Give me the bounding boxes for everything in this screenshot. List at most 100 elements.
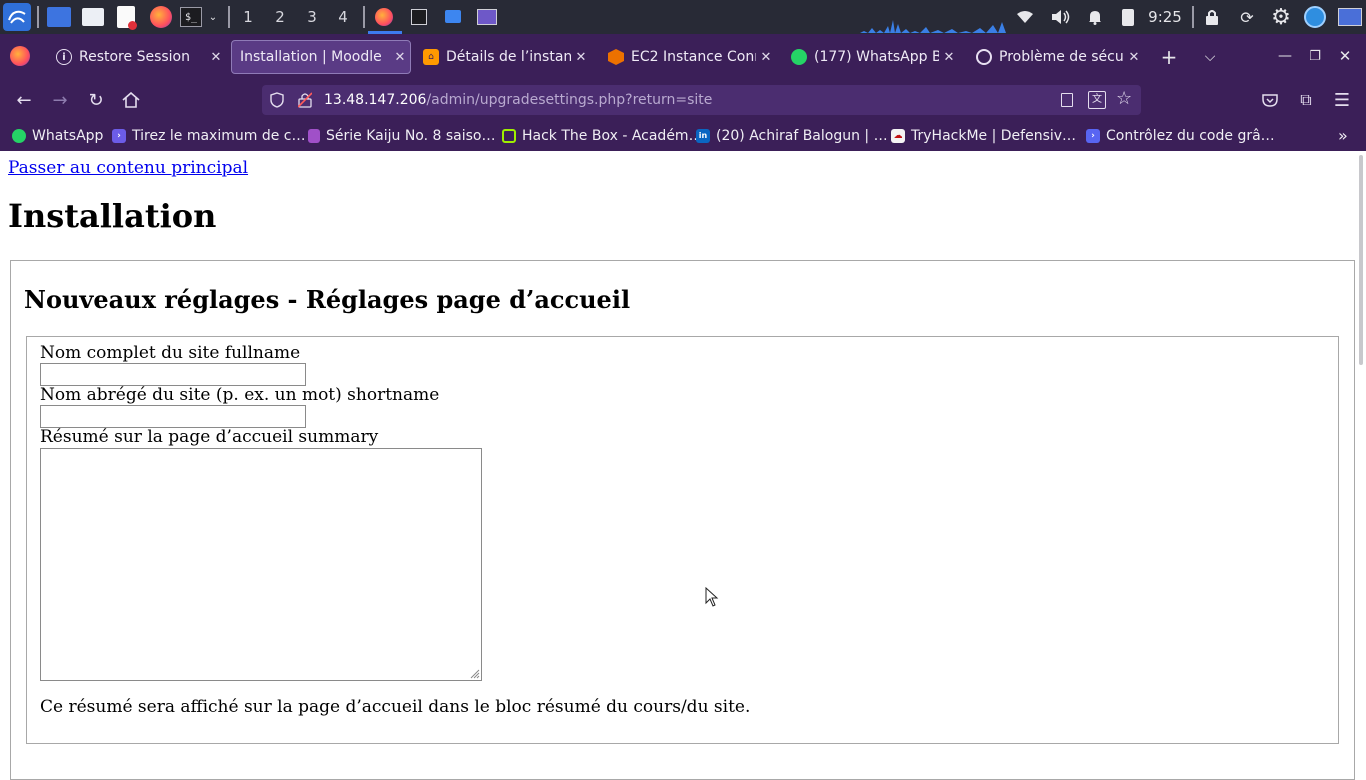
bookmark-hackthebox[interactable]: Hack The Box - Académ… — [502, 120, 703, 151]
refresh-icon[interactable]: ⟳ — [1238, 8, 1256, 27]
close-window-icon[interactable]: ✕ — [1336, 46, 1354, 66]
scrollbar-thumb[interactable] — [1359, 155, 1363, 365]
close-tab-icon[interactable]: ✕ — [1124, 50, 1144, 65]
tab-installation-moodle[interactable]: Installation | Moodle ✕ — [231, 40, 411, 74]
back-arrow-icon[interactable]: ← — [12, 80, 36, 120]
browser-nav-bar: ← → ↻ 13.48.147.206/admin/upgradesetting… — [0, 80, 1366, 120]
summary-textarea[interactable] — [40, 448, 482, 681]
bookmark-label: Contrôlez du code grâ… — [1106, 127, 1275, 144]
folder-window-icon[interactable] — [445, 10, 461, 23]
maximize-icon[interactable]: ❐ — [1306, 46, 1324, 66]
kali-menu-icon[interactable] — [3, 3, 31, 31]
resize-grip-icon[interactable] — [468, 667, 480, 679]
skip-to-main-link[interactable]: Passer au contenu principal — [8, 158, 248, 178]
close-tab-icon[interactable]: ✕ — [939, 50, 959, 65]
minimize-icon[interactable]: — — [1276, 46, 1294, 66]
url-bar[interactable]: 13.48.147.206/admin/upgradesettings.php?… — [262, 85, 1141, 115]
pocket-icon[interactable] — [1258, 80, 1282, 120]
close-tab-icon[interactable]: ✕ — [756, 50, 776, 65]
page-title: Installation — [8, 197, 217, 235]
taskbar-separator — [228, 6, 230, 28]
whatsapp-icon — [791, 49, 807, 65]
display-settings-icon[interactable] — [1338, 8, 1362, 26]
taskbar-separator — [363, 6, 365, 28]
tab-details-instance[interactable]: ⌂ Détails de l’instance ✕ — [415, 40, 591, 74]
notification-bell-icon[interactable] — [1086, 8, 1104, 26]
tab-whatsapp-business[interactable]: (177) WhatsApp Business ✕ — [783, 40, 959, 74]
fullname-input[interactable] — [40, 363, 306, 386]
hamburger-menu-icon[interactable]: ☰ — [1330, 80, 1354, 120]
text-editor-icon[interactable] — [117, 6, 137, 30]
firefox-window-icon[interactable] — [375, 8, 393, 26]
url-host: 13.48.147.206 — [324, 92, 427, 108]
firefox-view-icon[interactable] — [10, 46, 30, 66]
workspace-4[interactable]: 4 — [328, 0, 358, 34]
tab-label: EC2 Instance Connect — [631, 49, 756, 65]
file-manager-icon[interactable] — [82, 8, 104, 26]
mouse-cursor-icon — [705, 587, 719, 607]
extensions-icon[interactable]: ⧉ — [1294, 80, 1318, 120]
shield-icon[interactable] — [270, 92, 284, 108]
workspace-2[interactable]: 2 — [265, 0, 295, 34]
summary-label: Résumé sur la page d’accueil summary — [40, 427, 379, 447]
bookmark-controlez-code[interactable]: › Contrôlez du code grâ… — [1086, 120, 1275, 151]
bookmarks-toolbar: WhatsApp › Tirez le maximum de c… Série … — [0, 120, 1366, 151]
url-path: /admin/upgradesettings.php?return=site — [426, 92, 713, 108]
display-window-icon[interactable] — [477, 9, 497, 25]
bookmark-label: Hack The Box - Académ… — [522, 127, 703, 144]
aws-icon: ⌂ — [423, 49, 439, 65]
fullname-label: Nom complet du site fullname — [40, 343, 301, 363]
bookmark-whatsapp[interactable]: WhatsApp — [12, 120, 103, 151]
new-tab-plus-icon[interactable]: + — [1158, 45, 1180, 69]
tab-probleme-securite[interactable]: Problème de sécurité ✕ — [968, 40, 1144, 74]
bookmark-linkedin[interactable]: in (20) Achiraf Balogun | … — [696, 120, 888, 151]
reader-view-icon[interactable] — [1061, 93, 1073, 107]
forward-arrow-icon[interactable]: → — [48, 80, 72, 120]
desktop-icon[interactable] — [47, 7, 71, 27]
bookmark-label: Tirez le maximum de c… — [132, 127, 306, 144]
clock[interactable]: 9:25 — [1146, 0, 1184, 34]
bookmark-tirez-maximum[interactable]: › Tirez le maximum de c… — [112, 120, 305, 151]
wifi-icon[interactable] — [1016, 9, 1034, 25]
workspace-1[interactable]: 1 — [233, 0, 263, 34]
tab-label: Problème de sécurité — [999, 49, 1124, 65]
tab-label: Installation | Moodle — [240, 49, 382, 65]
info-icon: i — [56, 49, 72, 65]
workspace-3[interactable]: 3 — [297, 0, 327, 34]
linkedin-icon: in — [696, 128, 710, 143]
system-taskbar: $_ ⌄ 1 2 3 4 9:25 ⟳ ⚙ — [0, 0, 1366, 34]
shortname-input[interactable] — [40, 405, 306, 428]
summary-help-text: Ce résumé sera affiché sur la page d’acc… — [40, 697, 751, 717]
bookmark-label: TryHackMe | Defensiv… — [911, 127, 1077, 144]
volume-icon[interactable] — [1050, 8, 1070, 26]
bookmark-label: Série Kaiju No. 8 saiso… — [326, 127, 496, 144]
settings-gear-icon[interactable]: ⚙ — [1269, 5, 1293, 30]
terminal-window-icon[interactable] — [411, 9, 427, 25]
chevron-down-icon[interactable]: ⌄ — [206, 8, 220, 26]
page-scrollbar[interactable] — [1356, 151, 1366, 768]
close-tab-icon[interactable]: ✕ — [390, 50, 410, 65]
home-icon[interactable] — [119, 80, 143, 120]
close-tab-icon[interactable]: ✕ — [206, 50, 226, 65]
reload-icon[interactable]: ↻ — [84, 80, 108, 120]
tab-ec2-connect[interactable]: EC2 Instance Connect ✕ — [600, 40, 776, 74]
bookmark-label: (20) Achiraf Balogun | … — [716, 127, 888, 144]
close-tab-icon[interactable]: ✕ — [571, 50, 591, 65]
battery-icon[interactable] — [1122, 9, 1134, 26]
lock-icon[interactable] — [1205, 9, 1219, 25]
bookmark-star-icon[interactable]: ☆ — [1116, 88, 1132, 109]
bookmark-kaiju[interactable]: Série Kaiju No. 8 saiso… — [308, 120, 496, 151]
tab-restore-session[interactable]: i Restore Session ✕ — [48, 40, 226, 74]
globe-icon[interactable] — [1304, 6, 1326, 28]
hackthebox-icon — [502, 128, 516, 143]
crunchyroll-icon — [308, 128, 320, 143]
more-bookmarks-chevron-icon[interactable]: » — [1338, 120, 1348, 151]
firefox-launcher-icon[interactable] — [150, 6, 172, 28]
translate-icon[interactable]: 文 — [1088, 91, 1106, 109]
insecure-lock-icon[interactable] — [297, 92, 313, 108]
terminal-icon[interactable]: $_ — [180, 7, 202, 27]
network-graph — [860, 20, 1006, 33]
bookmark-tryhackme[interactable]: ☁ TryHackMe | Defensiv… — [891, 120, 1076, 151]
tab-label: (177) WhatsApp Business — [814, 49, 939, 65]
list-tabs-chevron-icon[interactable]: ⌵ — [1200, 46, 1220, 68]
